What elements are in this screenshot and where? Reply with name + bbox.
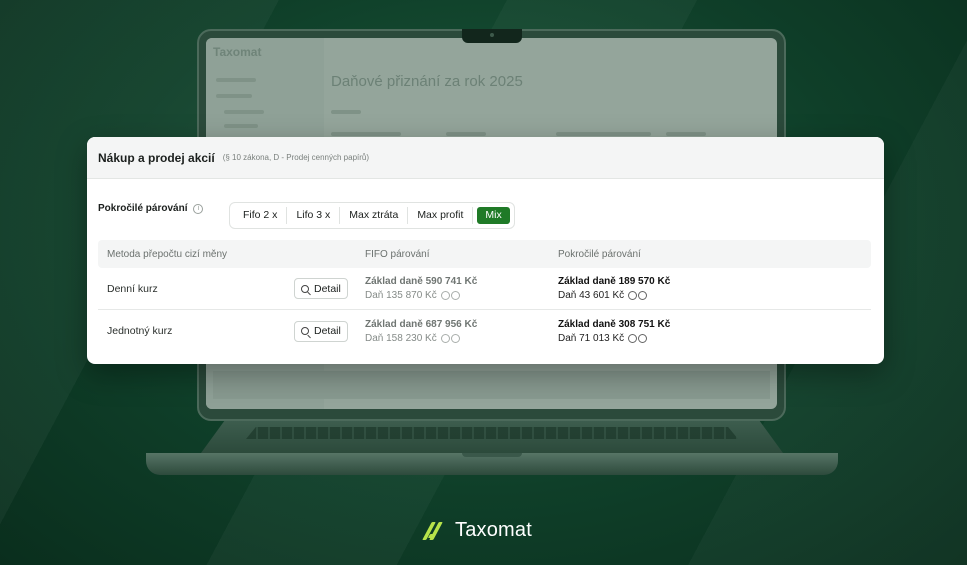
header-fifo: FIFO párování [365,248,430,260]
advanced-tax: Daň 71 013 Kč [558,332,625,344]
table-row: Jednotný kurz Detail Základ daně 687 956… [98,310,871,352]
fifo-result: Základ daně 687 956 Kč Daň 158 230 Kč [365,319,477,344]
blurred-content-line [666,132,706,136]
fifo-result: Základ daně 590 741 Kč Daň 135 870 Kč [365,276,477,301]
blurred-content-line [331,132,401,136]
option-max-loss[interactable]: Max ztráta [340,207,409,224]
pairing-method-selector: Fifo 2 x Lifo 3 x Max ztráta Max profit … [229,202,515,229]
detail-label: Detail [314,325,341,337]
table-row: Denní kurz Detail Základ daně 590 741 Kč… [98,268,871,310]
advanced-tax-base: Základ daně 189 570 Kč [558,276,671,287]
fifo-tax: Daň 135 870 Kč [365,290,437,301]
blurred-nav-line [216,94,252,98]
blurred-logo: Taxomat [213,45,262,59]
card-subtitle: (§ 10 zákona, D - Prodej cenných papírů) [222,153,370,162]
blurred-nav-line [216,78,256,82]
header-advanced: Pokročilé párování [558,248,641,260]
option-fifo-2x[interactable]: Fifo 2 x [234,207,288,224]
fifo-tax-base: Základ daně 687 956 Kč [365,318,478,330]
detail-button[interactable]: Detail [294,320,348,342]
info-icons[interactable] [440,333,460,343]
card-header: Nákup a prodej akcií (§ 10 zákona, D - P… [87,137,884,179]
blurred-content-line [556,132,651,136]
info-icons[interactable] [627,333,648,343]
advanced-tax-base: Základ daně 308 751 Kč [558,318,671,330]
fifo-tax: Daň 158 230 Kč [365,332,437,344]
table-header: Metoda přepočtu cizí měny FIFO párování … [98,240,871,268]
card-title: Nákup a prodej akcií [98,150,215,165]
brand-footer: Taxomat [422,519,532,542]
advanced-result: Základ daně 189 570 Kč Daň 43 601 Kč [558,276,670,301]
option-max-profit[interactable]: Max profit [408,207,474,224]
taxomat-logo-icon [422,521,449,541]
advanced-tax: Daň 43 601 Kč [558,290,625,301]
laptop-base [146,421,838,477]
blurred-content-line [331,110,361,114]
search-icon [301,284,309,293]
blurred-bottom-bar [213,371,770,399]
blurred-nav-line [224,110,264,114]
laptop-keyboard [246,427,738,439]
pairing-label: Pokročilé párování [98,203,188,214]
method-name: Denní kurz [107,282,158,295]
info-icons[interactable] [627,291,648,300]
detail-button[interactable]: Detail [294,278,348,299]
stock-trading-card: Nákup a prodej akcií (§ 10 zákona, D - P… [87,137,884,364]
option-mix[interactable]: Mix [477,207,510,224]
results-table: Metoda přepočtu cizí měny FIFO párování … [98,240,871,352]
blurred-content-line [446,132,486,136]
blurred-nav-line [224,124,258,128]
info-icons[interactable] [440,291,460,300]
blurred-page-title: Daňové přiznání za rok 2025 [331,73,523,90]
option-lifo-3x[interactable]: Lifo 3 x [287,207,341,224]
pairing-label-row: Pokročilé párování i [98,203,204,214]
info-icon[interactable]: i [193,203,204,214]
brand-name: Taxomat [455,519,532,541]
header-method: Metoda přepočtu cizí měny [107,248,228,260]
fifo-tax-base: Základ daně 590 741 Kč [365,276,478,287]
search-icon [301,327,309,335]
detail-label: Detail [314,282,341,295]
laptop-front-edge [146,453,838,475]
advanced-result: Základ daně 308 751 Kč Daň 71 013 Kč [558,319,670,344]
method-name: Jednotný kurz [107,325,173,337]
camera-notch [462,29,522,43]
